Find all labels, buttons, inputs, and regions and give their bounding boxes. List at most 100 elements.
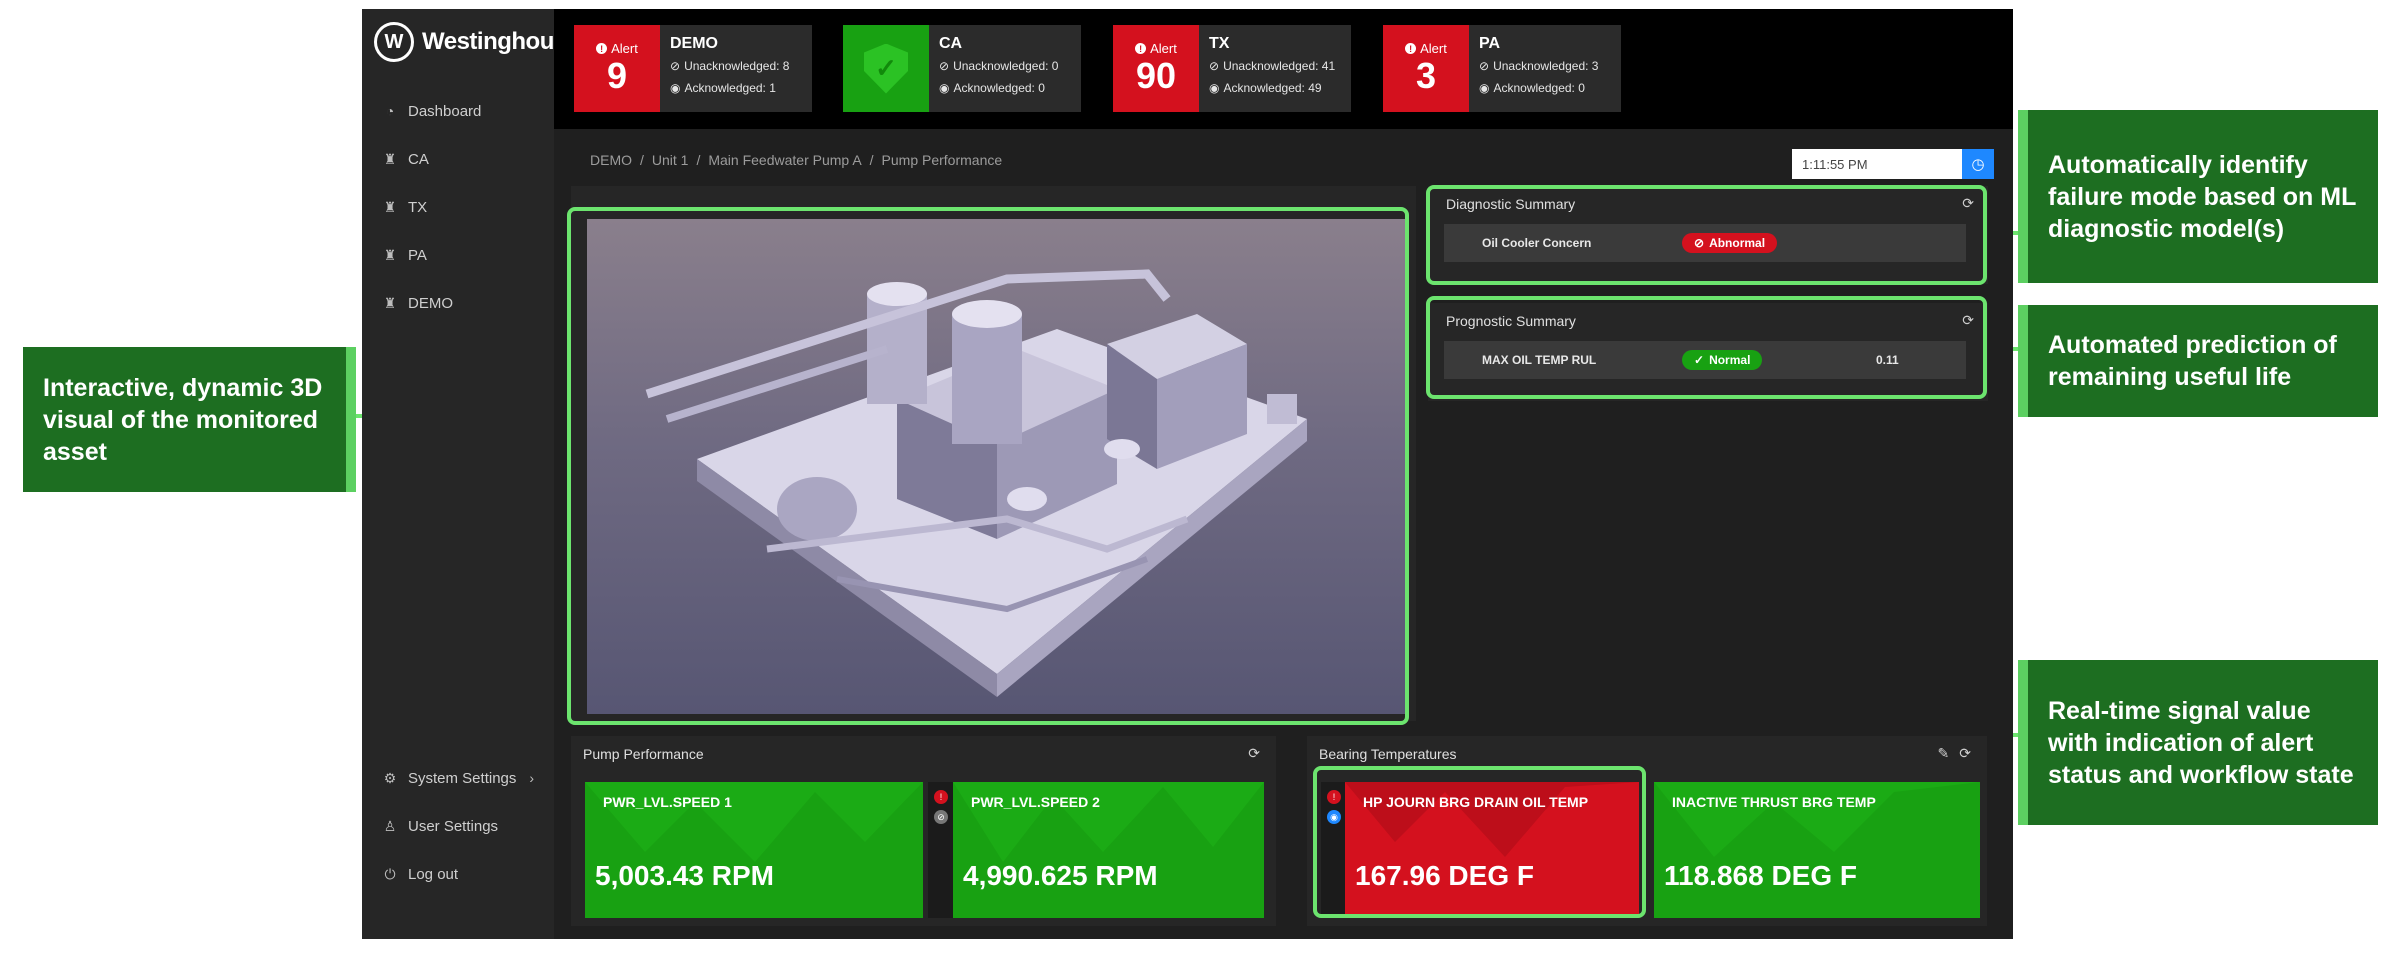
alert-site-name: PA [1479, 35, 1501, 52]
alert-dot-icon: ! [1327, 790, 1341, 804]
sidebar-item-user-settings[interactable]: ♙ User Settings [382, 812, 498, 840]
status-label: Normal [1709, 353, 1751, 367]
breadcrumb-separator: / [696, 152, 701, 168]
acknowledged-count: Acknowledged: 0 [953, 81, 1045, 95]
time-input[interactable]: 1:11:55 PM [1792, 149, 1962, 179]
alert-icon: ! [596, 43, 608, 54]
power-icon: ⏻ [384, 865, 396, 882]
eye-slash-icon: ⊘ [934, 810, 948, 824]
shield-check-icon: ✓ [864, 43, 908, 94]
status-badge-normal: ✓ Normal [1682, 350, 1763, 370]
refresh-icon[interactable]: ⟳ [1962, 312, 1974, 329]
alert-badge: ! Alert 9 [574, 25, 660, 112]
eye-icon: ◉ [1327, 810, 1341, 824]
bearing-temperatures-panel: Bearing Temperatures ✎ ⟳ ! ◉ HP JOURN BR… [1307, 736, 1987, 926]
diagnostic-summary-title: Diagnostic Summary [1446, 196, 1576, 212]
acknowledged-count: Acknowledged: 49 [1223, 81, 1322, 95]
signal-name: PWR_LVL.SPEED 1 [603, 794, 732, 810]
callout-signal-text: Real-time signal value with indication o… [2048, 696, 2354, 789]
callout-prognostic-text: Automated prediction of remaining useful… [2048, 331, 2337, 391]
refresh-icon[interactable]: ⟳ [1959, 745, 1971, 762]
status-label: Abnormal [1709, 236, 1766, 250]
breadcrumb-item[interactable]: Main Feedwater Pump A [708, 152, 861, 168]
signal-tile[interactable]: INACTIVE THRUST BRG TEMP 118.868 DEG F [1654, 782, 1980, 918]
gear-icon: ⚙ [383, 769, 397, 786]
rul-value: 0.11 [1876, 353, 1899, 367]
sidebar-item-label: CA [408, 150, 429, 168]
sidebar-item-label: User Settings [408, 817, 499, 835]
sidebar-item-log-out[interactable]: ⏻ Log out [382, 860, 458, 888]
ok-badge: ✓ [843, 25, 929, 112]
brand-logo[interactable]: W Westinghouse [374, 21, 580, 63]
sidebar-item-dashboard[interactable]: ◔ Dashboard [382, 97, 482, 125]
signal-name: PWR_LVL.SPEED 2 [971, 794, 1100, 810]
chevron-right-icon: › [529, 770, 534, 786]
sidebar-item-demo[interactable]: ♜ DEMO [382, 289, 453, 317]
sidebar-item-label: Dashboard [408, 102, 482, 120]
sidebar-item-label: TX [408, 198, 428, 216]
prognostic-summary-title: Prognostic Summary [1446, 313, 1576, 329]
sidebar: W Westinghouse ◔ Dashboard ♜ CA ♜ TX ♜ P… [362, 9, 580, 939]
prognostic-summary-panel: Prognostic Summary ⟳ MAX OIL TEMP RUL ✓ … [1428, 303, 1988, 401]
sidebar-item-label: PA [408, 246, 427, 264]
callout-3d-visual: Interactive, dynamic 3D visual of the mo… [23, 347, 356, 492]
signal-name: HP JOURN BRG DRAIN OIL TEMP [1363, 794, 1589, 810]
pump-skid-3d-model [645, 269, 1307, 697]
alert-tile-ca[interactable]: ✓ CA ⊘ Unacknowledged: 0 ◉ Acknowledged: 0 [843, 25, 1081, 112]
diagnostic-summary-panel: Diagnostic Summary ⟳ Oil Cooler Concern … [1428, 186, 1988, 284]
breadcrumb-item[interactable]: Unit 1 [652, 152, 689, 168]
diagnostic-row[interactable]: Oil Cooler Concern ⊘ Abnormal [1444, 224, 1966, 262]
alert-tile-pa[interactable]: ! Alert 3 PA ⊘ Unacknowledged: 3 ◉ Acknowle… [1383, 25, 1621, 112]
pencil-icon[interactable]: ✎ [1938, 745, 1950, 762]
clock-button[interactable]: ◷ [1962, 149, 1994, 179]
callout-diagnostic: Automatically identify failure mode base… [2018, 110, 2378, 283]
unacknowledged-count: Unacknowledged: 41 [1223, 59, 1336, 73]
unacknowledged-count: Unacknowledged: 0 [953, 59, 1059, 73]
bearing-temperatures-title: Bearing Temperatures [1319, 746, 1457, 762]
eye-icon: ◉ [1209, 81, 1220, 95]
alert-icon: ! [1135, 43, 1147, 54]
signal-value: 4,990.625 RPM [963, 860, 1158, 891]
signal-tile[interactable]: PWR_LVL.SPEED 2 4,990.625 RPM [953, 782, 1264, 918]
sidebar-item-ca[interactable]: ♜ CA [382, 145, 429, 173]
eye-slash-icon: ⊘ [670, 59, 681, 73]
status-badge-abnormal: ⊘ Abnormal [1682, 233, 1778, 253]
alert-count: 3 [1415, 55, 1437, 96]
breadcrumb-item[interactable]: DEMO [590, 152, 632, 168]
callout-signal: Real-time signal value with indication o… [2018, 660, 2378, 825]
alert-badge: ! Alert 3 [1383, 25, 1469, 112]
alert-site-name: TX [1209, 35, 1230, 52]
callout-diagnostic-text: Automatically identify failure mode base… [2048, 150, 2356, 243]
signal-tile[interactable]: PWR_LVL.SPEED 1 5,003.43 RPM [585, 782, 923, 918]
signal-name: INACTIVE THRUST BRG TEMP [1672, 794, 1876, 810]
app-window: W Westinghouse ◔ Dashboard ♜ CA ♜ TX ♜ P… [362, 9, 2013, 939]
acknowledged-count: Acknowledged: 0 [1493, 81, 1585, 95]
prognostic-row[interactable]: MAX OIL TEMP RUL ✓ Normal 0.11 [1444, 341, 1966, 379]
signal-status-strip: ! ⊘ [928, 782, 954, 918]
alert-badge-label: Alert [1150, 41, 1177, 56]
alert-tile-demo[interactable]: ! Alert 9 DEMO ⊘ Unacknowledged: 8 ◉ Acknow… [574, 25, 812, 112]
pump-performance-title: Pump Performance [583, 746, 704, 762]
diagnostic-name: Oil Cooler Concern [1482, 236, 1592, 250]
signal-status-strip: ! ◉ [1321, 782, 1347, 918]
alert-count: 9 [606, 55, 628, 96]
plant-icon: ♜ [383, 150, 397, 167]
alert-site-name: DEMO [670, 35, 718, 52]
breadcrumb-separator: / [869, 152, 874, 168]
sidebar-item-pa[interactable]: ♜ PA [382, 241, 427, 269]
check-icon: ✓ [1694, 353, 1705, 367]
alert-count: 90 [1135, 55, 1177, 96]
refresh-icon[interactable]: ⟳ [1962, 195, 1974, 212]
sidebar-item-label: System Settings [408, 769, 517, 787]
sidebar-item-tx[interactable]: ♜ TX [382, 193, 427, 221]
signal-value: 167.96 DEG F [1355, 860, 1534, 891]
acknowledged-count: Acknowledged: 1 [684, 81, 776, 95]
refresh-icon[interactable]: ⟳ [1248, 745, 1260, 762]
eye-icon: ◉ [670, 81, 681, 95]
sidebar-item-label: DEMO [408, 294, 453, 312]
sidebar-item-system-settings[interactable]: ⚙ System Settings › [382, 764, 544, 792]
asset-3d-viewer[interactable] [587, 219, 1405, 714]
signal-tile-alert[interactable]: HP JOURN BRG DRAIN OIL TEMP 167.96 DEG F [1345, 782, 1639, 918]
plant-icon: ♜ [383, 294, 397, 311]
alert-tile-tx[interactable]: ! Alert 90 TX ⊘ Unacknowledged: 41 ◉ Acknow… [1113, 25, 1351, 112]
